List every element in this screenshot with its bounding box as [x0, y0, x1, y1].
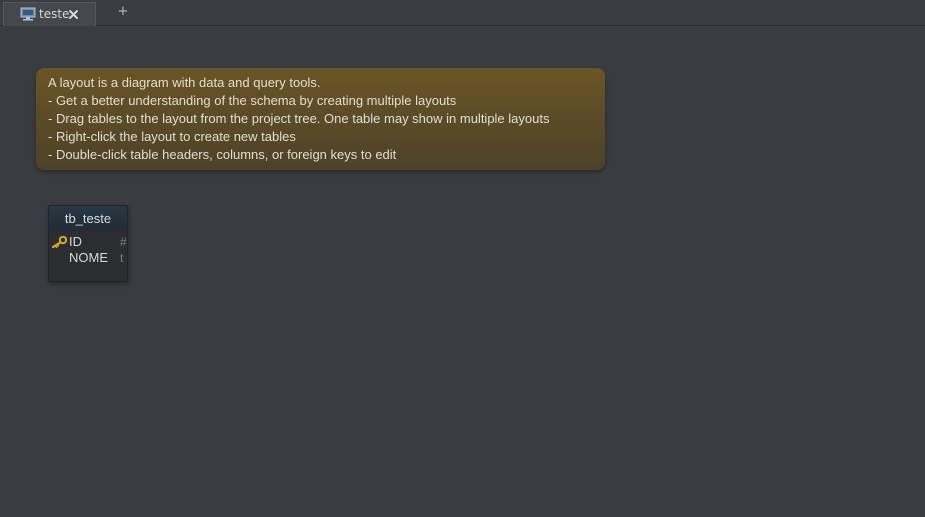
column-name: NOME — [69, 250, 108, 265]
hint-line: - Get a better understanding of the sche… — [48, 93, 457, 108]
column-row-nome[interactable]: NOME t — [49, 250, 127, 266]
table-card-tb-teste[interactable]: tb_teste ID # NOME t — [48, 205, 128, 282]
primary-key-icon — [51, 236, 67, 248]
table-header[interactable]: tb_teste — [49, 206, 127, 231]
close-icon[interactable] — [68, 9, 79, 20]
tab-teste[interactable]: teste — [3, 2, 96, 26]
column-type-glyph: t — [120, 251, 124, 265]
add-tab-button[interactable]: + — [116, 5, 130, 19]
tab-bar: teste + — [0, 0, 925, 26]
column-name: ID — [69, 234, 82, 249]
tab-label: teste — [39, 7, 70, 21]
hint-line: - Drag tables to the layout from the pro… — [48, 111, 550, 126]
hint-line: A layout is a diagram with data and quer… — [48, 75, 321, 90]
layout-hint-box: A layout is a diagram with data and quer… — [36, 68, 605, 170]
diagram-icon — [20, 7, 36, 21]
hint-line: - Right-click the layout to create new t… — [48, 129, 296, 144]
column-row-id[interactable]: ID # — [49, 234, 127, 250]
column-type-glyph: # — [120, 235, 127, 249]
hint-line: - Double-click table headers, columns, o… — [48, 147, 397, 162]
